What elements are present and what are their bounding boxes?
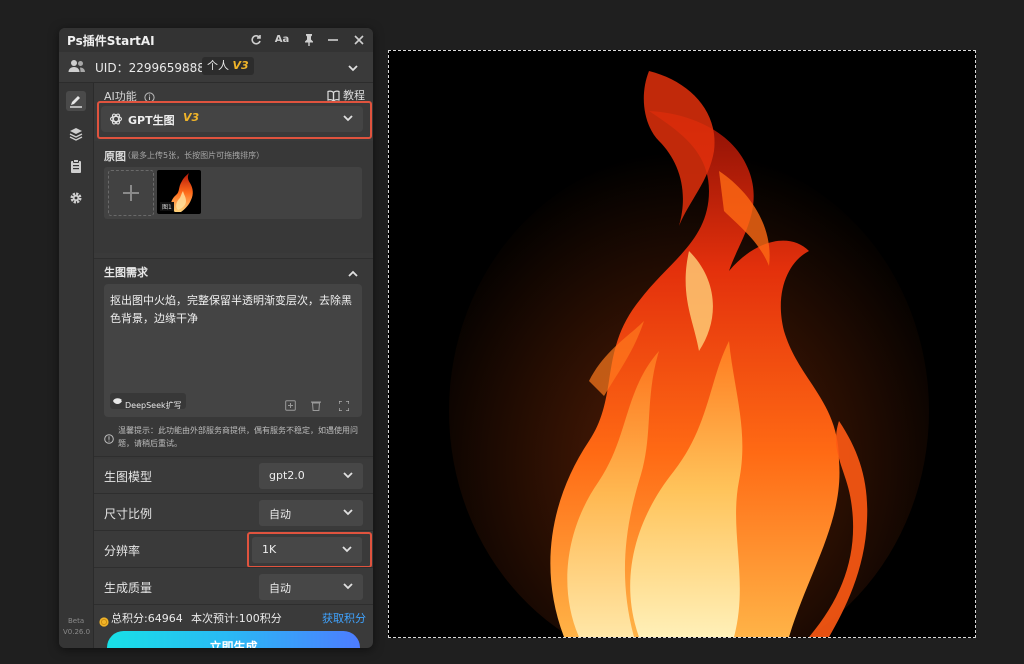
estimated-cost: 本次预计:100积分 [191, 612, 282, 625]
highlight-box [247, 532, 372, 568]
deepseek-expand-button[interactable]: DeepSeek扩写 [110, 393, 186, 410]
model-select[interactable]: gpt2.0 [259, 463, 363, 489]
source-image-hint: （最多上传5张，长按图片可拖拽排序） [123, 151, 265, 160]
chevron-down-icon [342, 580, 354, 595]
coin-icon [99, 612, 109, 631]
thumbnail-strip: 图1 [104, 167, 362, 219]
plus-icon [123, 185, 139, 201]
chevron-down-icon [342, 469, 354, 484]
setting-row-model: 生图模型 gpt2.0 [94, 456, 373, 493]
quality-select[interactable]: 自动 [259, 574, 363, 600]
whale-icon [113, 398, 122, 404]
prompt-text: 抠出图中火焰，完整保留半透明渐变层次，去除黑色背景，边缘干净 [110, 294, 352, 325]
users-icon [68, 58, 86, 78]
trash-icon[interactable] [311, 396, 321, 415]
refresh-icon[interactable] [247, 31, 265, 49]
notice-icon [104, 429, 114, 448]
close-icon[interactable] [350, 31, 368, 49]
title-bar: Ps插件StartAI Aa [59, 28, 373, 52]
plugin-panel: Ps插件StartAI Aa UID：2299659888 个人 V3 AI功能… [59, 28, 373, 648]
flame-image [389, 51, 975, 637]
total-credits: 总积分:64964 [111, 612, 183, 625]
version-number: V0.26.0 [63, 628, 91, 636]
main-content: AI功能 教程 GPT生图 V3 原图 （最多上传5张，长按图片可拖拽排序） 图… [94, 83, 373, 648]
minimize-icon[interactable] [324, 31, 342, 49]
plugin-title: Ps插件StartAI [67, 34, 155, 48]
aspect-ratio-label: 尺寸比例 [104, 507, 153, 521]
generate-button[interactable]: 立即生成 [107, 631, 360, 648]
quality-label: 生成质量 [104, 581, 153, 595]
font-size-icon[interactable]: Aa [273, 31, 291, 49]
version-stage: Beta [68, 617, 85, 625]
chevron-down-icon [342, 506, 354, 521]
edit-icon[interactable] [66, 91, 86, 111]
deepseek-expand-label: DeepSeek扩写 [125, 401, 182, 410]
aspect-ratio-value: 自动 [269, 508, 291, 521]
thumbnail-badge: 图1 [160, 202, 174, 211]
setting-row-quality: 生成质量 自动 [94, 567, 373, 604]
model-label: 生图模型 [104, 470, 153, 484]
chevron-down-icon[interactable] [347, 59, 359, 78]
clipboard-icon[interactable] [66, 156, 86, 176]
account-tier: 个人 [207, 59, 229, 72]
sidebar [59, 83, 94, 648]
model-value: gpt2.0 [269, 469, 305, 482]
document-canvas[interactable] [388, 50, 976, 638]
image-thumbnail[interactable]: 图1 [157, 170, 201, 214]
prompt-textarea[interactable]: 抠出图中火焰，完整保留半透明渐变层次，去除黑色背景，边缘干净 DeepSeek扩… [104, 284, 362, 417]
add-image-button[interactable] [108, 170, 154, 216]
account-version: V3 [232, 59, 249, 72]
uid-label: UID：2299659888 [95, 61, 205, 75]
account-tier-badge: 个人 V3 [202, 57, 254, 75]
prompt-section-label: 生图需求 [104, 266, 148, 279]
notice-text: 温馨提示：此功能由外部服务商提供，偶有服务不稳定，如遇使用问题，请稍后重试。 [118, 426, 358, 448]
fullscreen-icon[interactable] [338, 396, 350, 415]
settings-gear-icon[interactable] [66, 188, 86, 208]
chevron-up-icon[interactable] [347, 265, 359, 284]
highlight-box [97, 101, 372, 139]
resolution-label: 分辨率 [104, 544, 141, 558]
pin-icon[interactable] [300, 31, 318, 49]
layers-icon[interactable] [66, 124, 86, 144]
history-icon[interactable] [285, 396, 296, 415]
quality-value: 自动 [269, 582, 291, 595]
aspect-ratio-select[interactable]: 自动 [259, 500, 363, 526]
setting-row-aspect-ratio: 尺寸比例 自动 [94, 493, 373, 530]
account-bar[interactable]: UID：2299659888 个人 V3 [59, 52, 373, 83]
get-credits-link[interactable]: 获取积分 [322, 610, 366, 626]
